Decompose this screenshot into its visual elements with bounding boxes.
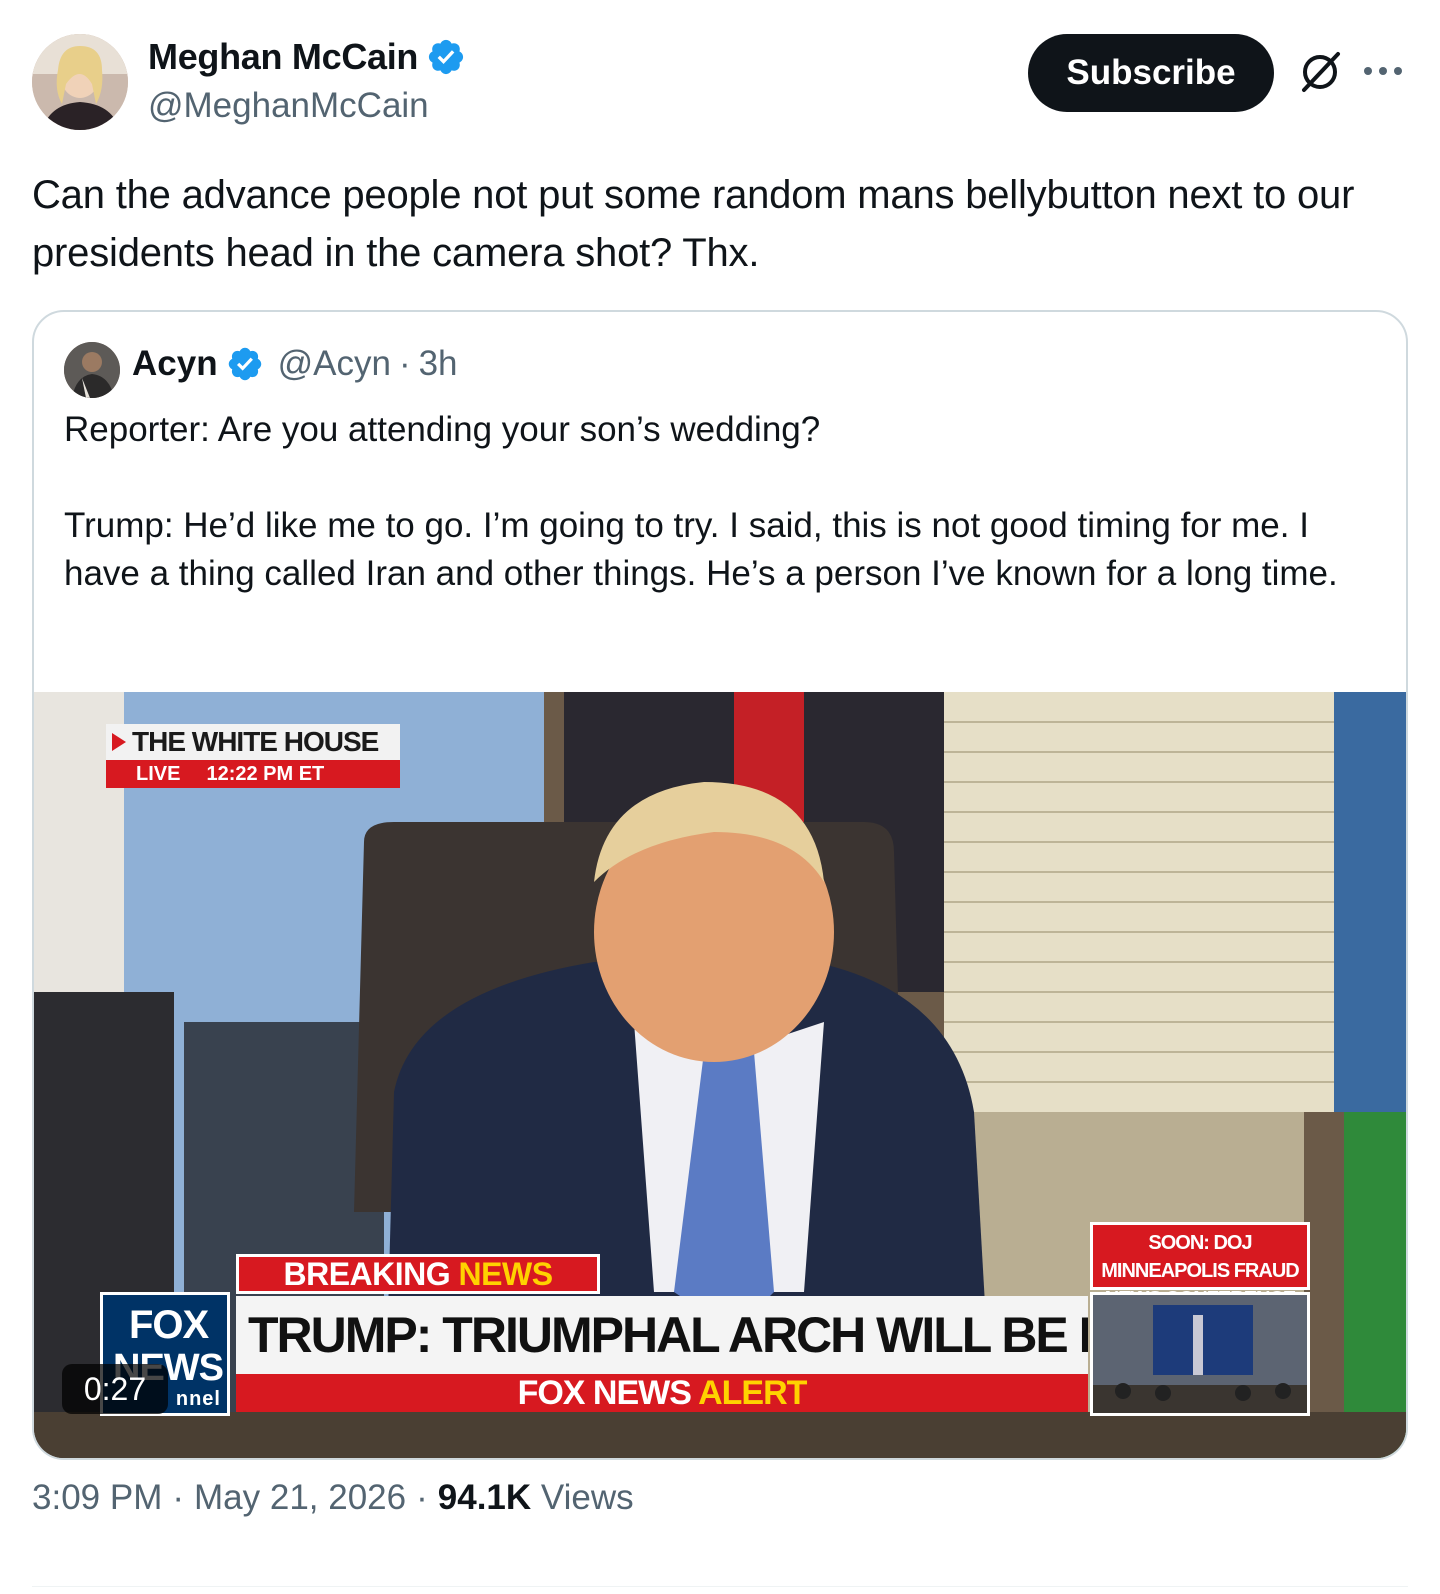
alert-prefix: FOX NEWS (517, 1374, 692, 1412)
quoted-timestamp[interactable]: 3h (419, 344, 458, 384)
breaking-news-banner: BREAKING NEWS (236, 1254, 600, 1294)
breaking-accent: NEWS (458, 1256, 554, 1292)
video-player[interactable]: THE WHITE HOUSE LIVE 12:22 PM ET BREAKING… (34, 692, 1406, 1458)
separator-dot: · (398, 344, 411, 383)
tweet-date[interactable]: May 21, 2026 (194, 1478, 406, 1518)
logo-line-1: FOX (129, 1303, 209, 1347)
quoted-handle: @Acyn (277, 344, 391, 383)
quoted-tweet-text: Reporter: Are you attending your son’s w… (64, 410, 1338, 593)
video-duration-badge: 0:27 (62, 1364, 168, 1414)
tweet-text: Can the advance people not put some rand… (32, 173, 1366, 275)
alert-accent: ALERT (698, 1374, 807, 1412)
quoted-author-avatar[interactable] (64, 342, 120, 398)
author-name-row: Meghan McCain (148, 36, 466, 78)
views-label: Views (540, 1478, 634, 1517)
separator-dot: · (416, 1478, 428, 1517)
logo-line-3: nnel (175, 1388, 221, 1410)
divider (32, 1586, 1408, 1587)
quoted-header: Acyn @Acyn · 3h (132, 344, 458, 384)
quoted-display-name[interactable]: Acyn (132, 344, 218, 384)
upcoming-segment-label: SOON: DOJ MINNEAPOLIS FRAUD NEWS CONFERE… (1090, 1222, 1310, 1310)
tweet-time[interactable]: 3:09 PM (32, 1478, 162, 1518)
views-count: 94.1K (437, 1478, 532, 1517)
separator-dot: · (172, 1478, 185, 1517)
author-handle[interactable]: @MeghanMcCain (148, 86, 429, 126)
subscribe-button[interactable]: Subscribe (1028, 34, 1274, 112)
tweet-metadata: 3:09 PM · May 21, 2026 · 94.1K Views (32, 1478, 634, 1518)
verified-badge-icon[interactable] (426, 37, 466, 77)
author-avatar[interactable] (32, 34, 128, 130)
play-triangle-icon (112, 733, 126, 751)
picture-in-picture-feed (1090, 1292, 1310, 1416)
live-location-banner: THE WHITE HOUSE LIVE 12:22 PM ET (106, 724, 400, 788)
verified-badge-icon (228, 347, 261, 381)
breaking-prefix: BREAKING (283, 1256, 451, 1292)
location-label: THE WHITE HOUSE (132, 726, 379, 757)
live-time: 12:22 PM ET (206, 763, 325, 785)
live-label: LIVE (136, 763, 181, 785)
more-icon[interactable] (1360, 56, 1406, 86)
grok-icon[interactable] (1296, 48, 1344, 96)
fox-news-alert-bar: FOX NEWS ALERT (236, 1374, 1088, 1412)
chyron-headline: TRUMP: TRIUMPHAL ARCH WILL BE BEAUTIFUL (236, 1296, 1088, 1374)
quoted-tweet-card[interactable]: Acyn @Acyn · 3h Reporter: Are you attend… (32, 310, 1408, 1460)
author-display-name[interactable]: Meghan McCain (148, 36, 418, 78)
